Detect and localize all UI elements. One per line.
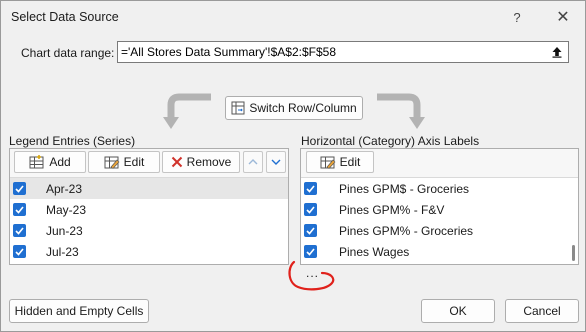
add-series-label: Add	[49, 155, 71, 169]
scrollbar-thumb[interactable]	[572, 245, 575, 261]
check-icon	[15, 247, 24, 256]
check-icon	[306, 247, 315, 256]
edit-series-button[interactable]: Edit	[88, 151, 160, 173]
legend-entries-label: Legend Entries (Series)	[9, 134, 136, 148]
list-item[interactable]: May-23	[10, 199, 288, 220]
category-name: Pines GPM% - Groceries	[339, 223, 474, 238]
add-series-icon	[29, 155, 44, 169]
list-item[interactable]: Pines GPM% - F&V	[301, 199, 578, 220]
move-down-button[interactable]	[266, 151, 286, 173]
axis-list-scrollbar[interactable]	[566, 178, 578, 264]
title-bar: Select Data Source ? ✕	[1, 1, 585, 33]
chart-data-range-field-box	[117, 41, 569, 63]
collapse-arrow-icon	[552, 47, 562, 58]
legend-entries-panel: Add Edit Remove Apr-23 May-23 Jun-23 Jul…	[9, 148, 289, 265]
edit-series-label: Edit	[123, 155, 145, 169]
series-checkbox[interactable]	[13, 182, 26, 195]
legend-toolbar: Add Edit Remove	[10, 149, 288, 178]
close-icon: ✕	[556, 9, 570, 26]
edit-axis-labels-label: Edit	[339, 155, 361, 169]
series-name: Jul-23	[46, 244, 79, 259]
series-name: Jun-23	[46, 223, 83, 238]
ok-button[interactable]: OK	[421, 299, 495, 323]
collapse-dialog-button[interactable]	[548, 44, 566, 60]
category-name: Pines GPM% - F&V	[339, 202, 445, 217]
remove-series-label: Remove	[186, 155, 232, 169]
edit-axis-icon	[320, 156, 336, 169]
chevron-down-icon	[271, 159, 281, 165]
category-checkbox[interactable]	[304, 224, 317, 237]
series-checkbox[interactable]	[13, 203, 26, 216]
check-icon	[306, 205, 315, 214]
cancel-label: Cancel	[523, 304, 561, 318]
chevron-up-icon	[248, 159, 258, 165]
series-checkbox[interactable]	[13, 245, 26, 258]
list-item[interactable]: Jul-23	[10, 241, 288, 262]
remove-series-button[interactable]: Remove	[162, 151, 240, 173]
check-icon	[15, 226, 24, 235]
edit-series-icon	[104, 156, 120, 169]
remove-x-icon	[171, 156, 182, 168]
axis-labels-label: Horizontal (Category) Axis Labels	[301, 134, 480, 148]
list-item[interactable]: Pines Wages	[301, 241, 578, 262]
check-icon	[15, 184, 24, 193]
axis-labels-panel: Edit Pines GPM$ - Groceries Pines GPM% -…	[300, 148, 579, 280]
cancel-button[interactable]: Cancel	[505, 299, 579, 323]
close-button[interactable]: ✕	[545, 1, 581, 33]
switch-row-column-label: Switch Row/Column	[249, 101, 357, 115]
add-series-button[interactable]: Add	[14, 151, 86, 173]
category-checkbox[interactable]	[304, 203, 317, 216]
list-item[interactable]: Jun-23	[10, 220, 288, 241]
series-name: Apr-23	[46, 181, 83, 196]
category-name: Pines GPM$ - Groceries	[339, 181, 470, 196]
check-icon	[306, 184, 315, 193]
edit-axis-labels-button[interactable]: Edit	[306, 151, 374, 173]
dialog-title: Select Data Source	[11, 10, 119, 24]
list-item[interactable]: Pines GPM$ - Groceries	[301, 178, 578, 199]
hidden-empty-cells-button[interactable]: Hidden and Empty Cells	[9, 299, 149, 323]
more-items-ellipsis: ...	[306, 266, 320, 280]
hidden-empty-cells-label: Hidden and Empty Cells	[14, 304, 144, 318]
ok-label: OK	[449, 304, 467, 318]
help-icon: ?	[513, 9, 521, 25]
category-checkbox[interactable]	[304, 182, 317, 195]
axis-toolbar: Edit	[301, 149, 578, 178]
help-button[interactable]: ?	[499, 1, 535, 33]
move-up-button[interactable]	[243, 151, 263, 173]
series-name: May-23	[46, 202, 87, 217]
switch-row-column-icon	[231, 101, 245, 115]
series-checkbox[interactable]	[13, 224, 26, 237]
switch-row-column-button[interactable]: Switch Row/Column	[225, 96, 363, 120]
category-checkbox[interactable]	[304, 245, 317, 258]
chart-data-range-label: Chart data range:	[21, 46, 115, 60]
chart-data-range-input[interactable]	[121, 44, 541, 60]
check-icon	[15, 205, 24, 214]
list-item[interactable]: Apr-23	[10, 178, 288, 199]
check-icon	[306, 226, 315, 235]
list-item[interactable]: Pines GPM% - Groceries	[301, 220, 578, 241]
category-name: Pines Wages	[339, 244, 410, 259]
select-data-source-dialog: Select Data Source ? ✕ Chart data range:	[0, 0, 586, 332]
